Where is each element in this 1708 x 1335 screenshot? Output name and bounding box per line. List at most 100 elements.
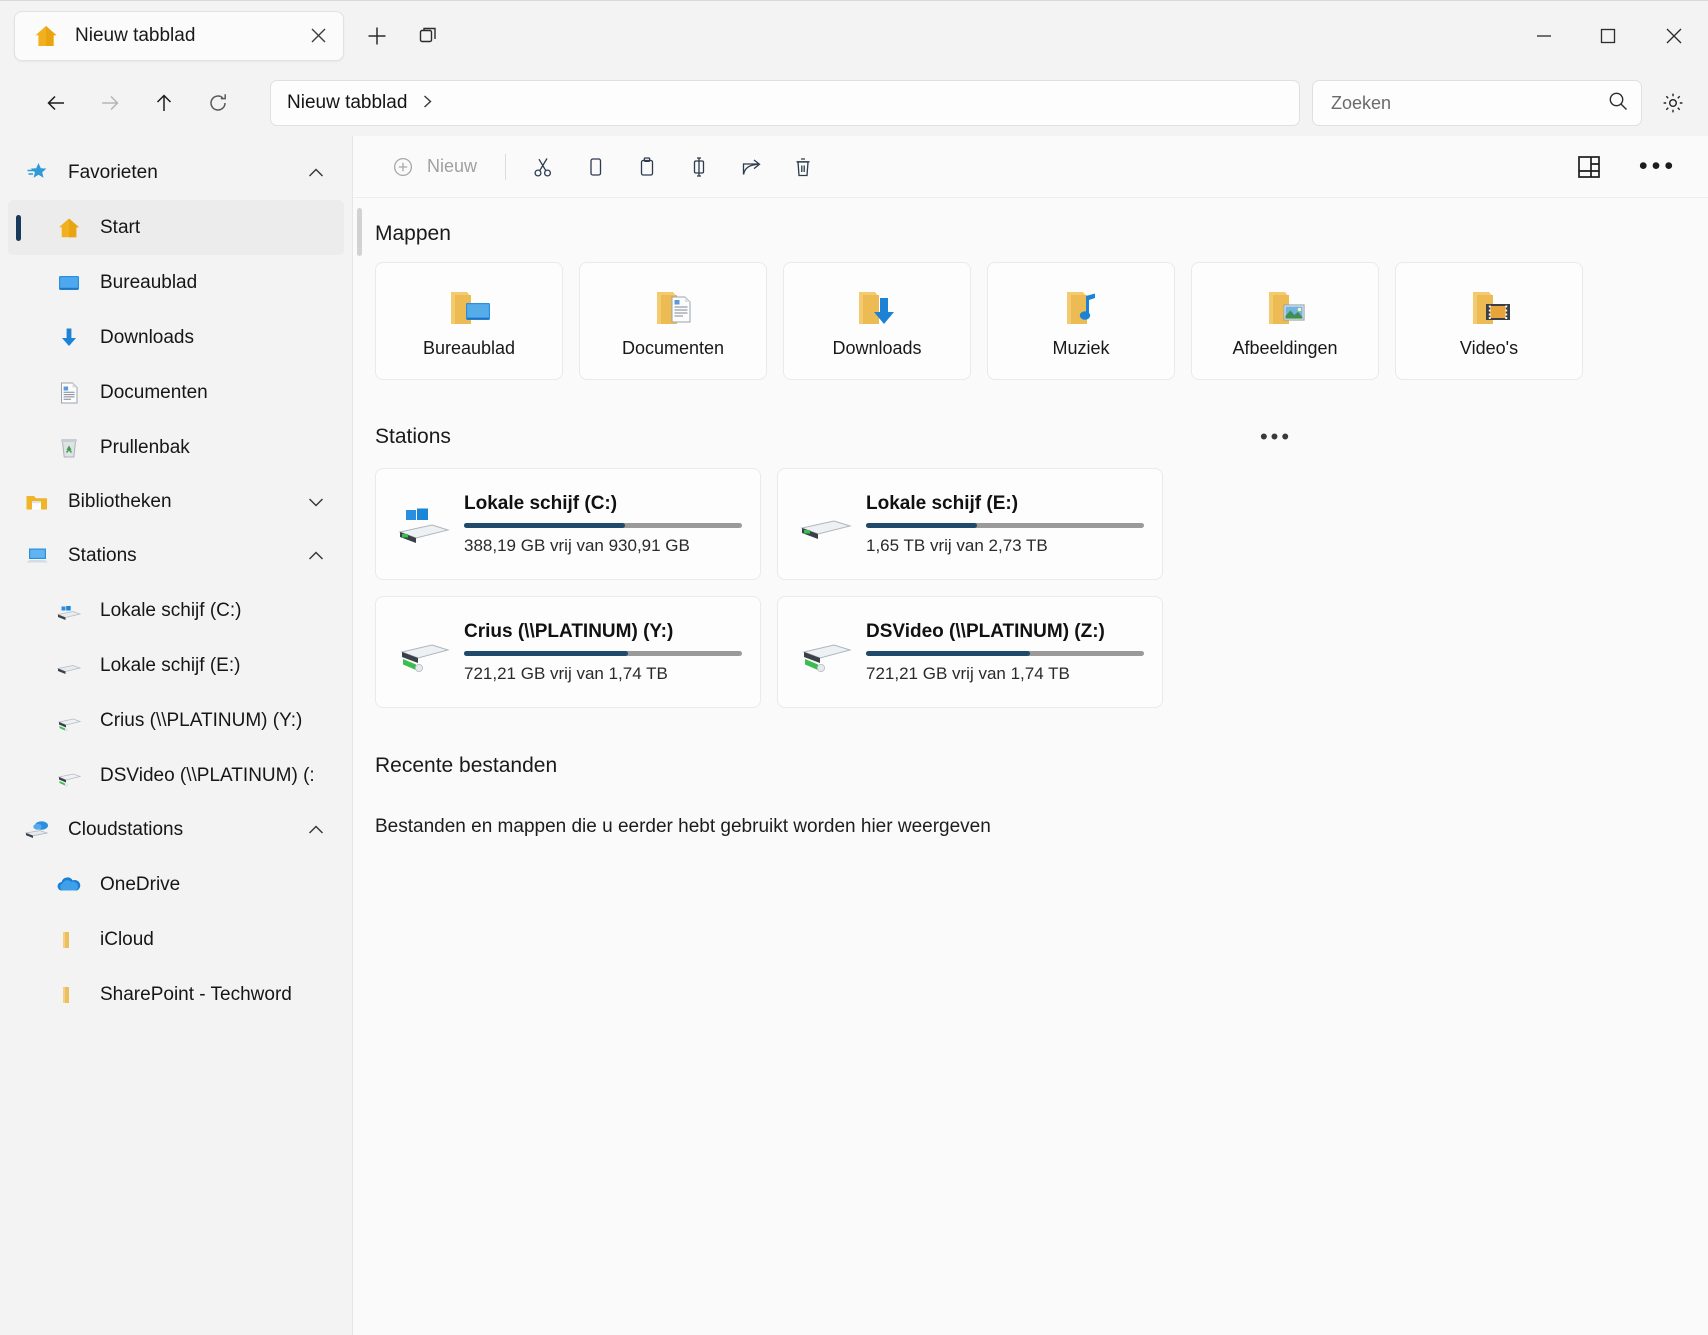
- settings-gear-button[interactable]: [1652, 82, 1694, 124]
- network-drive-icon: [54, 763, 84, 789]
- plus-circle-icon: [391, 155, 415, 179]
- folder-tile-label: Downloads: [832, 337, 922, 358]
- new-button[interactable]: Nieuw: [377, 147, 491, 187]
- this-pc-icon: [22, 543, 52, 569]
- scrollbar-track[interactable]: [355, 202, 362, 1294]
- copy-button[interactable]: [572, 146, 618, 188]
- folder-pictures-icon: [1257, 284, 1313, 332]
- sidebar-group-bibliotheken[interactable]: Bibliotheken: [0, 475, 352, 529]
- sidebar-group-stations[interactable]: Stations: [0, 529, 352, 583]
- drive-info: Lokale schijf (E:) 1,65 TB vrij van 2,73…: [866, 493, 1146, 556]
- drive-card-c[interactable]: Lokale schijf (C:) 388,19 GB vrij van 93…: [375, 468, 761, 580]
- folder-tile-label: Documenten: [621, 337, 725, 358]
- share-button[interactable]: [728, 146, 774, 188]
- folder-tile-videos[interactable]: Video's: [1395, 262, 1583, 380]
- content-scroll-area: Mappen Bureaublad Documenten Downloads M…: [353, 198, 1708, 1335]
- search-input[interactable]: [1331, 92, 1607, 114]
- chevron-right-icon[interactable]: [421, 94, 434, 113]
- back-button[interactable]: [36, 83, 76, 123]
- folder-tile-documenten[interactable]: Documenten: [579, 262, 767, 380]
- drive-usage-fill: [866, 522, 978, 528]
- tab-close-icon[interactable]: [303, 21, 333, 51]
- cut-button[interactable]: [520, 146, 566, 188]
- paste-button[interactable]: [624, 146, 670, 188]
- sidebar-item-bureaublad[interactable]: Bureaublad: [8, 255, 344, 310]
- sidebar-item-onedrive[interactable]: OneDrive: [8, 857, 344, 912]
- chevron-up-icon[interactable]: [308, 823, 324, 838]
- up-button[interactable]: [144, 83, 184, 123]
- sidebar-item-label: Documenten: [100, 381, 208, 403]
- content-pane: Nieuw ••• Mappen Bureaublad Documenten D…: [353, 136, 1708, 1335]
- close-window-button[interactable]: [1640, 1, 1708, 71]
- folders-section-title: Mappen: [375, 222, 451, 245]
- scrollbar-thumb[interactable]: [357, 208, 362, 256]
- sidebar-item-label: DSVideo (\\PLATINUM) (:: [100, 764, 315, 786]
- folder-tile-label: Video's: [1459, 337, 1519, 358]
- sidebar-item-lokale-schijf-c[interactable]: Lokale schijf (C:): [8, 583, 344, 638]
- tab-list-icon[interactable]: [410, 17, 448, 55]
- maximize-button[interactable]: [1576, 1, 1640, 71]
- sidebar-item-start[interactable]: Start: [8, 200, 344, 255]
- layout-view-button[interactable]: [1566, 146, 1612, 188]
- drive-info: Lokale schijf (C:) 388,19 GB vrij van 93…: [464, 493, 744, 556]
- sidebar-item-crius-y[interactable]: Crius (\\PLATINUM) (Y:): [8, 693, 344, 748]
- windows-drive-icon: [390, 498, 460, 550]
- new-tab-button[interactable]: [358, 17, 396, 55]
- folder-downloads-icon: [849, 284, 905, 332]
- cloud-drive-icon: [22, 817, 52, 843]
- folder-tile-label: Bureaublad: [422, 337, 516, 358]
- breadcrumb[interactable]: Nieuw tabblad: [270, 80, 1300, 126]
- more-options-button[interactable]: •••: [1632, 146, 1684, 188]
- sidebar-item-documenten[interactable]: Documenten: [8, 365, 344, 420]
- folder-desktop-icon: [441, 284, 497, 332]
- drive-card-crius-y[interactable]: Crius (\\PLATINUM) (Y:) 721,21 GB vrij v…: [375, 596, 761, 708]
- rename-button[interactable]: [676, 146, 722, 188]
- recent-files-section-title: Recente bestanden: [375, 754, 558, 777]
- drive-usage-fill: [464, 522, 626, 528]
- refresh-button[interactable]: [198, 83, 238, 123]
- downloads-arrow-icon: [54, 325, 84, 351]
- drive-info: Crius (\\PLATINUM) (Y:) 721,21 GB vrij v…: [464, 621, 744, 684]
- drive-free-space: 1,65 TB vrij van 2,73 TB: [866, 535, 1048, 555]
- folder-icon: [54, 982, 84, 1008]
- sidebar-item-dsvideo-z[interactable]: DSVideo (\\PLATINUM) (:: [8, 748, 344, 803]
- folder-documents-icon: [645, 284, 701, 332]
- toolbar-separator: [505, 153, 507, 180]
- sidebar-group-cloudstations[interactable]: Cloudstations: [0, 803, 352, 857]
- document-icon: [54, 380, 84, 406]
- sidebar-item-downloads[interactable]: Downloads: [8, 310, 344, 365]
- forward-button[interactable]: [90, 83, 130, 123]
- drive-usage-bar: [464, 522, 742, 528]
- home-icon: [33, 23, 59, 49]
- search-box[interactable]: [1312, 80, 1642, 126]
- sidebar-item-icloud[interactable]: iCloud: [8, 912, 344, 967]
- search-icon[interactable]: [1607, 90, 1629, 117]
- sidebar-item-sharepoint-techword[interactable]: SharePoint - Techword: [8, 967, 344, 1022]
- sidebar-item-lokale-schijf-e[interactable]: Lokale schijf (E:): [8, 638, 344, 693]
- sidebar-group-favorieten[interactable]: Favorieten: [0, 146, 352, 200]
- drive-card-e[interactable]: Lokale schijf (E:) 1,65 TB vrij van 2,73…: [777, 468, 1163, 580]
- folder-tile-afbeeldingen[interactable]: Afbeeldingen: [1191, 262, 1379, 380]
- chevron-up-icon[interactable]: [308, 549, 324, 564]
- sidebar-group-label: Bibliotheken: [68, 491, 172, 512]
- chevron-down-icon[interactable]: [308, 495, 324, 510]
- folder-tile-muziek[interactable]: Muziek: [987, 262, 1175, 380]
- sidebar-item-label: OneDrive: [100, 873, 181, 895]
- tab-nieuw-tabblad[interactable]: Nieuw tabblad: [14, 10, 344, 61]
- folder-tile-downloads[interactable]: Downloads: [783, 262, 971, 380]
- navigation-pane: Favorieten Start Bureaublad Downloads Do…: [0, 136, 353, 1335]
- drive-card-dsvideo-z[interactable]: DSVideo (\\PLATINUM) (Z:) 721,21 GB vrij…: [777, 596, 1163, 708]
- drives-more-button[interactable]: •••: [1254, 422, 1298, 452]
- sidebar-item-label: Lokale schijf (C:): [100, 599, 242, 621]
- window-body: Favorieten Start Bureaublad Downloads Do…: [0, 136, 1708, 1335]
- desktop-icon: [54, 270, 84, 296]
- minimize-button[interactable]: [1512, 1, 1576, 71]
- sidebar-item-prullenbak[interactable]: Prullenbak: [8, 420, 344, 475]
- folder-tile-label: Afbeeldingen: [1232, 337, 1338, 358]
- drive-usage-bar: [866, 522, 1144, 528]
- delete-button[interactable]: [780, 146, 826, 188]
- folder-tile-bureaublad[interactable]: Bureaublad: [375, 262, 563, 380]
- tab-title: Nieuw tabblad: [75, 24, 196, 46]
- new-button-label: Nieuw: [427, 156, 478, 176]
- chevron-up-icon[interactable]: [308, 166, 324, 181]
